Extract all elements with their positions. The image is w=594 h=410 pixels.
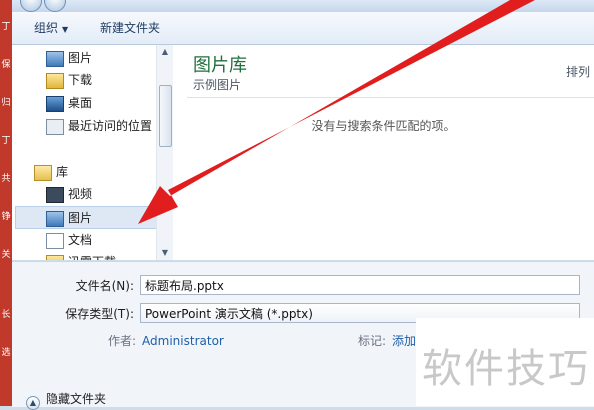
background-app-strip: 丁 保 归 丁 共 铮 关 长 选: [0, 0, 12, 406]
thunder-download-icon: [46, 255, 64, 260]
hide-folders-label: 隐藏文件夹: [46, 392, 107, 406]
scroll-up-icon[interactable]: ▲: [157, 45, 173, 59]
nav-item-pictures[interactable]: 图片: [16, 47, 156, 69]
documents-icon: [46, 233, 64, 249]
nav-item-desktop[interactable]: 桌面: [16, 92, 156, 114]
chevron-down-icon: ▼: [62, 25, 69, 34]
nav-item-recent-places[interactable]: 最近访问的位置: [16, 115, 156, 137]
header-divider: [187, 97, 594, 98]
strip-char: 保: [1, 60, 11, 70]
pictures-icon: [46, 211, 64, 227]
chevron-up-icon: ▲: [26, 396, 40, 410]
tags-label: 标记:: [358, 334, 387, 348]
watermark-text: 软件技巧: [422, 346, 590, 392]
organize-button[interactable]: 组织 ▼: [30, 19, 72, 37]
library-subtitle: 示例图片: [193, 78, 242, 92]
strip-char: 长: [1, 310, 11, 320]
new-folder-button[interactable]: 新建文件夹: [96, 19, 164, 37]
strip-char: 选: [1, 348, 11, 358]
nav-item-libraries[interactable]: 库: [16, 161, 156, 183]
navigation-pane: 图片 下载 桌面 最近访问的位置 库 视频 图片 文档 迅雷下载: [12, 45, 173, 260]
nav-item-label: 桌面: [68, 96, 93, 110]
author-label: 作者:: [108, 334, 137, 348]
nav-item-label: 视频: [68, 187, 93, 201]
tags-value[interactable]: 添加: [392, 334, 416, 348]
tags-field: 标记: 添加: [358, 332, 416, 349]
title-bar: [12, 0, 594, 12]
filename-label: 文件名(N):: [75, 279, 134, 293]
strip-char: 关: [1, 250, 11, 260]
nav-item-label: 图片: [68, 51, 93, 65]
hide-folders-button[interactable]: ▲ 隐藏文件夹: [26, 390, 106, 410]
library-title: 图片库: [193, 55, 247, 76]
videos-icon: [46, 187, 64, 203]
nav-scrollbar[interactable]: ▲ ▼: [156, 45, 173, 260]
strip-char: 铮: [1, 212, 11, 222]
filename-input[interactable]: 标题布局.pptx: [140, 275, 580, 295]
nav-item-label: 迅雷下载: [68, 251, 116, 260]
empty-results-message: 没有与搜索条件匹配的项。: [311, 119, 456, 133]
scroll-thumb[interactable]: [159, 85, 172, 147]
nav-item-label: 最近访问的位置: [68, 119, 153, 133]
file-list-area[interactable]: 图片库 示例图片 排列 没有与搜索条件匹配的项。: [173, 45, 594, 260]
forward-button[interactable]: [44, 0, 66, 12]
back-button[interactable]: [20, 0, 42, 12]
library-icon: [34, 165, 52, 181]
nav-item-label: 库: [56, 165, 69, 179]
nav-item-library-pictures[interactable]: 图片: [15, 206, 158, 229]
strip-char: 丁: [1, 136, 11, 146]
desktop-icon: [46, 96, 64, 112]
recent-places-icon: [46, 119, 64, 135]
nav-item-documents[interactable]: 文档: [16, 229, 156, 251]
savetype-label: 保存类型(T):: [65, 307, 134, 321]
nav-item-label: 下载: [68, 73, 93, 87]
watermark: 软件技巧: [416, 318, 594, 406]
toolbar: 组织 ▼ 新建文件夹: [12, 12, 594, 45]
organize-label: 组织: [34, 21, 59, 35]
nav-item-label: 图片: [68, 211, 93, 225]
downloads-icon: [46, 73, 64, 89]
nav-item-label: 文档: [68, 233, 93, 247]
pictures-icon: [46, 51, 64, 67]
strip-char: 归: [1, 98, 11, 108]
nav-item-videos[interactable]: 视频: [16, 183, 156, 205]
scroll-down-icon[interactable]: ▼: [157, 246, 173, 260]
nav-item-thunder-download[interactable]: 迅雷下载: [16, 251, 156, 260]
strip-char: 丁: [1, 22, 11, 32]
arrange-by-button[interactable]: 排列: [566, 63, 590, 80]
nav-item-downloads[interactable]: 下载: [16, 69, 156, 91]
author-field: 作者: Administrator: [108, 332, 224, 349]
author-value[interactable]: Administrator: [142, 334, 224, 348]
strip-char: 共: [1, 174, 11, 184]
